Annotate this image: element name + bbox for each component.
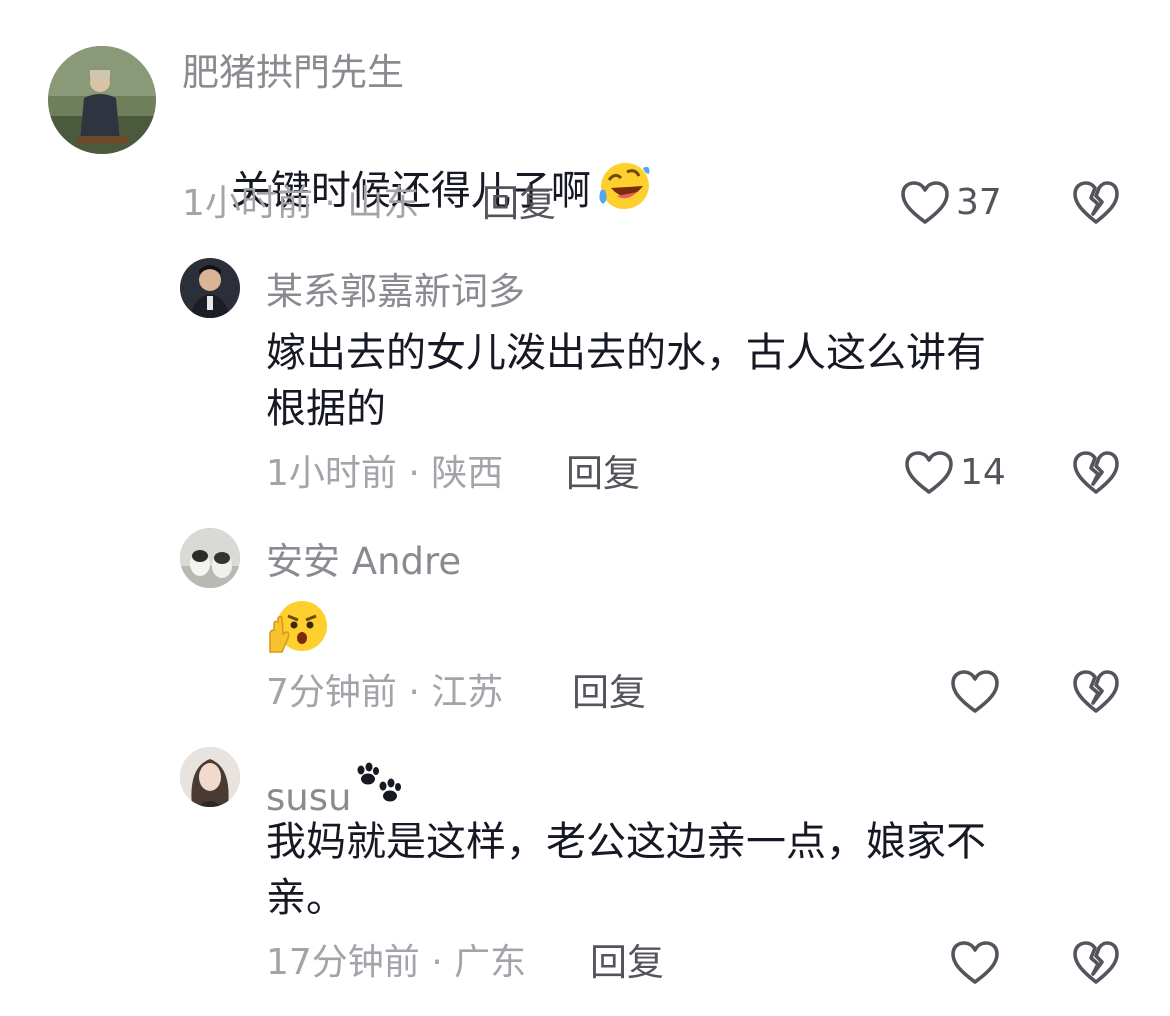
username[interactable]: 某系郭嘉新词多 — [266, 273, 525, 310]
broken-heart-icon — [1073, 670, 1119, 713]
comment-item: susu 我妈就是这样，老公这边亲一点，娘家不 亲。 17分钟前 · 广东 回复 — [0, 730, 1170, 1016]
reply-button[interactable]: 回复 — [566, 455, 640, 492]
avatar-photo — [180, 258, 240, 318]
laughing-crying-emoji — [599, 162, 650, 210]
like-button[interactable]: 37 — [900, 180, 1002, 226]
comment-text: 嫁出去的女儿泼出去的水，古人这么讲有 根据的 — [266, 330, 986, 432]
username-text: susu — [266, 776, 352, 819]
username[interactable]: susu — [266, 762, 405, 816]
comment-meta: 17分钟前 · 广东 — [266, 942, 527, 983]
heart-outline-icon — [901, 181, 949, 224]
like-button[interactable] — [950, 940, 1006, 986]
avatar-photo — [180, 528, 240, 588]
like-button[interactable] — [950, 669, 1006, 715]
comment-item: 安安 Andre 7分钟前 · 江苏 回复 — [0, 510, 1170, 740]
comment-text: 我妈就是这样，老公这边亲一点，娘家不 亲。 — [266, 819, 986, 921]
like-count: 37 — [956, 182, 1002, 223]
dislike-button[interactable] — [1072, 450, 1120, 496]
dislike-button[interactable] — [1072, 180, 1120, 226]
avatar[interactable] — [48, 46, 156, 154]
dislike-button[interactable] — [1072, 940, 1120, 986]
avatar[interactable] — [180, 528, 240, 588]
heart-outline-icon — [905, 451, 953, 494]
like-count: 14 — [960, 452, 1006, 493]
heart-outline-icon — [951, 941, 999, 984]
username[interactable]: 安安 Andre — [266, 543, 461, 580]
reply-button[interactable]: 回复 — [590, 944, 664, 981]
paw-prints-icon — [357, 762, 402, 802]
reply-button[interactable]: 回复 — [482, 185, 556, 222]
avatar[interactable] — [180, 258, 240, 318]
shocked-hand-emoji — [269, 601, 327, 653]
broken-heart-icon — [1073, 941, 1119, 984]
avatar-photo — [48, 46, 156, 154]
comment-meta: 1小时前 · 山东 — [182, 183, 420, 224]
heart-outline-icon — [951, 670, 999, 713]
like-button[interactable]: 14 — [904, 450, 1006, 496]
comment-meta: 7分钟前 · 江苏 — [266, 672, 504, 713]
broken-heart-icon — [1073, 181, 1119, 224]
avatar-photo — [180, 747, 240, 807]
dislike-button[interactable] — [1072, 669, 1120, 715]
broken-heart-icon — [1073, 451, 1119, 494]
username[interactable]: 肥猪拱門先生 — [182, 54, 404, 91]
comment-item: 肥猪拱門先生 关键时候还得儿子啊 1小时前 · 山东 回复 37 — [0, 0, 1170, 240]
reply-button[interactable]: 回复 — [572, 674, 646, 711]
comment-meta: 1小时前 · 陕西 — [266, 453, 504, 494]
comment-item: 某系郭嘉新词多 嫁出去的女儿泼出去的水，古人这么讲有 根据的 1小时前 · 陕西… — [0, 240, 1170, 510]
avatar[interactable] — [180, 747, 240, 807]
